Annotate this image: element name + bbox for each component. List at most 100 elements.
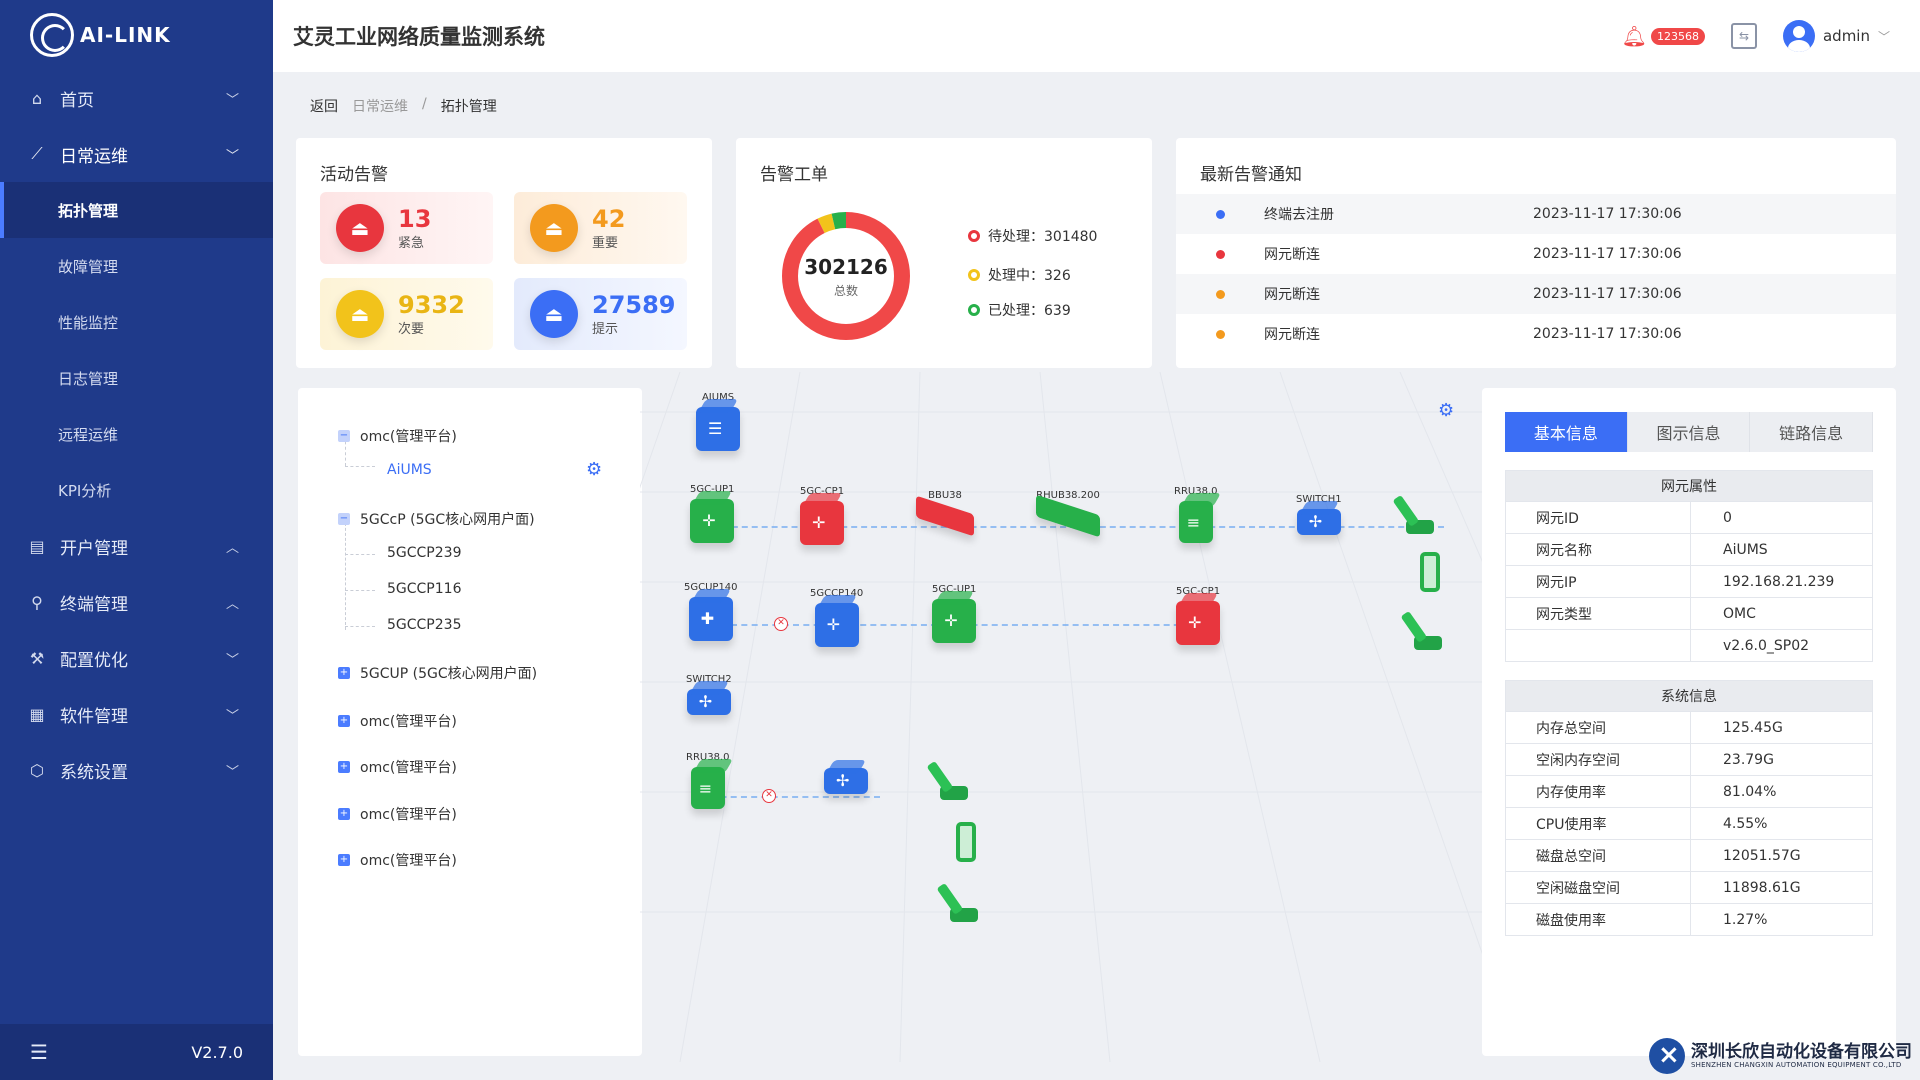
- tree-node-5gccp116[interactable]: 5GCCP116: [387, 581, 461, 597]
- donut-total-label: 总数: [834, 283, 858, 298]
- nav-label: 配置优化: [60, 650, 128, 671]
- prop-value: 125.45G: [1723, 719, 1783, 736]
- logo-mark-icon: [30, 13, 74, 57]
- back-link[interactable]: 返回: [310, 96, 338, 116]
- sub-performance[interactable]: 性能监控: [0, 294, 273, 350]
- collapse-icon[interactable]: −: [338, 430, 350, 442]
- alarm-critical[interactable]: ⏏ 13 紧急: [320, 192, 493, 264]
- logo[interactable]: AI-LINK: [0, 0, 273, 70]
- expand-icon[interactable]: +: [338, 808, 350, 820]
- chevron-up-icon: ︿: [225, 540, 239, 556]
- notice-row[interactable]: 网元断连 2023-11-17 17:30:06: [1176, 314, 1896, 354]
- router-icon: ✛: [690, 499, 735, 543]
- sub-fault[interactable]: 故障管理: [0, 238, 273, 294]
- nav-software[interactable]: ▦ 软件管理 ﹀: [0, 686, 273, 742]
- sub-topology[interactable]: 拓扑管理: [0, 182, 273, 238]
- nav-label: 首页: [60, 90, 94, 111]
- notice-row[interactable]: 终端去注册 2023-11-17 17:30:06: [1176, 194, 1896, 234]
- alarm-minor[interactable]: ⏏ 9332 次要: [320, 278, 493, 350]
- tree-node-5gccp[interactable]: −5GCcP (5GC核心网用户面): [338, 509, 535, 529]
- node-5gc-cp1[interactable]: 5GC-CP1 ✛: [800, 486, 844, 545]
- node-5gcup140[interactable]: 5GCUP140 ✚: [684, 582, 738, 641]
- tab-basic-info[interactable]: 基本信息: [1505, 412, 1628, 452]
- node-robot-arm[interactable]: [1410, 608, 1446, 650]
- expand-icon[interactable]: +: [338, 761, 350, 773]
- notice-msg: 网元断连: [1264, 287, 1320, 303]
- tree-node-5gcup[interactable]: +5GCUP (5GC核心网用户面): [338, 663, 537, 683]
- node-switch[interactable]: ✢: [824, 768, 868, 794]
- nav-terminal[interactable]: ⚲ 终端管理 ︿: [0, 574, 273, 630]
- node-rru38[interactable]: RRU38.0 ≡: [1174, 486, 1217, 543]
- router-icon: ✛: [1176, 601, 1221, 645]
- tree-label: omc(管理平台): [360, 807, 457, 823]
- node-robot-arm[interactable]: [946, 880, 982, 922]
- nav-config[interactable]: ⚒ 配置优化 ﹀: [0, 630, 273, 686]
- tree-node-omc[interactable]: + omc(管理平台): [338, 804, 457, 824]
- alarm-major[interactable]: ⏏ 42 重要: [514, 192, 687, 264]
- node-5gc-up1-b[interactable]: 5GC-UP1 ✛: [932, 584, 976, 643]
- nav-home[interactable]: ⌂ 首页 ﹀: [0, 70, 273, 126]
- collapse-menu-icon[interactable]: ☰: [30, 1040, 48, 1064]
- prop-key: 空闲磁盘空间: [1506, 872, 1691, 903]
- sub-remote[interactable]: 远程运维: [0, 406, 273, 462]
- tree-node-omc[interactable]: − omc(管理平台): [338, 426, 457, 446]
- notice-row[interactable]: 网元断连 2023-11-17 17:30:06: [1176, 234, 1896, 274]
- tree-guide: [345, 590, 375, 591]
- node-bbu38[interactable]: BBU38: [916, 490, 974, 537]
- sub-log[interactable]: 日志管理: [0, 350, 273, 406]
- alarm-value: 13: [398, 204, 432, 233]
- nav-settings[interactable]: ⬡ 系统设置 ﹀: [0, 742, 273, 798]
- notice-time: 2023-11-17 17:30:06: [1533, 286, 1682, 302]
- node-rhub[interactable]: RHUB38.200: [1036, 490, 1100, 538]
- nav-account[interactable]: ▤ 开户管理 ︿: [0, 518, 273, 574]
- node-5gccp140[interactable]: 5GCCP140 ✛: [810, 588, 863, 647]
- node-switch2[interactable]: SWITCH2 ✢: [686, 674, 732, 715]
- node-phone[interactable]: [956, 822, 976, 862]
- expand-icon[interactable]: +: [338, 854, 350, 866]
- node-rru38-b[interactable]: RRU38.0 ≡: [686, 752, 729, 809]
- prop-key: 网元IP: [1506, 566, 1691, 597]
- user-menu[interactable]: admin ﹀: [1782, 20, 1890, 52]
- node-robot-arm[interactable]: [936, 758, 972, 800]
- tab-link-info[interactable]: 链路信息: [1750, 412, 1874, 452]
- node-5gc-cp1-b[interactable]: 5GC-CP1 ✛: [1176, 586, 1220, 645]
- alarm-info[interactable]: ⏏ 27589 提示: [514, 278, 687, 350]
- node-robot-arm[interactable]: [1402, 492, 1438, 534]
- collapse-icon[interactable]: −: [338, 513, 350, 525]
- company-watermark: 深圳长欣自动化设备有限公司 SHENZHEN CHANGXIN AUTOMATI…: [1649, 1038, 1912, 1074]
- breadcrumb-parent[interactable]: 日常运维: [352, 96, 408, 116]
- switch-icon[interactable]: ⇆: [1730, 23, 1757, 49]
- node-switch1[interactable]: SWITCH1 ✢: [1296, 494, 1342, 535]
- donut-chart: 302126 总数: [782, 212, 910, 340]
- tab-diagram-info[interactable]: 图示信息: [1628, 412, 1751, 452]
- prop-key: 磁盘总空间: [1506, 840, 1691, 871]
- tree-node-omc[interactable]: + omc(管理平台): [338, 850, 457, 870]
- siren-icon: ⏏: [530, 290, 578, 338]
- notice-row[interactable]: 网元断连 2023-11-17 17:30:06: [1176, 274, 1896, 314]
- alarm-label: 提示: [592, 321, 619, 337]
- tree-node-omc[interactable]: + omc(管理平台): [338, 711, 457, 731]
- gear-icon[interactable]: ⚙: [586, 459, 602, 480]
- nav-label: 终端管理: [60, 594, 128, 615]
- node-aiums[interactable]: AIUMS ☰: [696, 392, 740, 451]
- tree-node-aiums[interactable]: AiUMS: [387, 462, 432, 478]
- node-phone[interactable]: [1420, 552, 1440, 592]
- notices-card: 最新告警通知 终端去注册 2023-11-17 17:30:06 网元断连 2023…: [1176, 138, 1896, 368]
- tree-node-omc[interactable]: + omc(管理平台): [338, 757, 457, 777]
- gear-icon[interactable]: ⚙: [1438, 400, 1454, 421]
- tree-label: omc(管理平台): [360, 853, 457, 869]
- siren-icon: ⏏: [530, 204, 578, 252]
- alarm-bell[interactable]: 🔔︎ 123568: [1622, 24, 1705, 48]
- node-5gc-up1[interactable]: 5GC-UP1 ✛: [690, 484, 734, 543]
- sub-kpi[interactable]: KPI分析: [0, 462, 273, 518]
- tree-node-5gccp239[interactable]: 5GCCP239: [387, 545, 461, 561]
- link-line: [840, 624, 1200, 626]
- prop-value: 81.04%: [1723, 783, 1777, 800]
- table-row: 网元名称 AiUMS: [1506, 533, 1872, 565]
- nav-daily-ops[interactable]: ⟋ 日常运维 ﹀: [0, 126, 273, 182]
- expand-icon[interactable]: +: [338, 715, 350, 727]
- topology-canvas[interactable]: ⚙ ✕ ✕ AIUMS ☰ 5GC-UP1 ✛ 5GC-CP1 ✛ BBU38 RHU…: [640, 372, 1482, 1062]
- tree-node-5gccp235[interactable]: 5GCCP235: [387, 617, 461, 633]
- prop-value: 0: [1723, 509, 1732, 526]
- expand-icon[interactable]: +: [338, 667, 350, 679]
